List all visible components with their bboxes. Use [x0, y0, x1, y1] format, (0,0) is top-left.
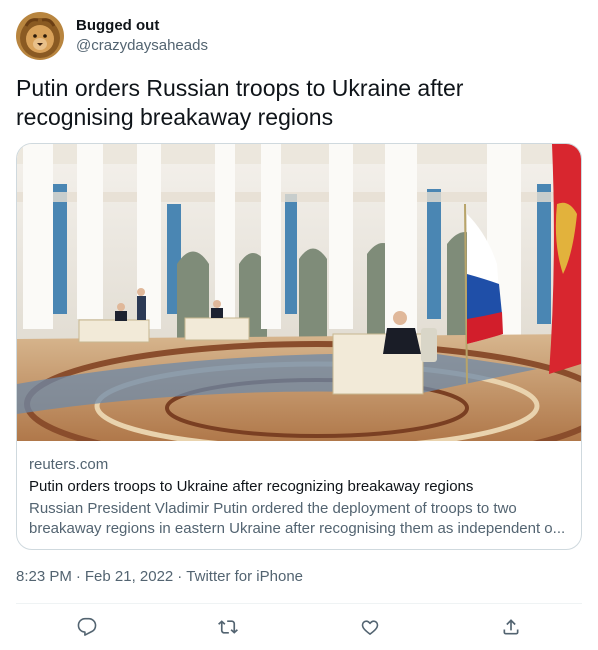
retweet-button[interactable]	[210, 609, 246, 645]
reply-button[interactable]	[69, 609, 105, 645]
card-description-line-1: Russian President Vladimir Putin ordered…	[29, 500, 517, 517]
link-card[interactable]: reuters.com Putin orders troops to Ukrai…	[16, 143, 582, 550]
action-bar	[16, 609, 582, 645]
kremlin-hall-image	[17, 144, 581, 467]
divider	[16, 603, 582, 604]
meta-separator: ·	[177, 568, 183, 585]
tweet-header: Bugged out @crazydaysaheads	[16, 11, 208, 61]
card-title: Putin orders troops to Ukraine after rec…	[29, 478, 474, 495]
tweet-meta: 8:23 PM · Feb 21, 2022 · Twitter for iPh…	[16, 567, 303, 587]
retweet-icon	[218, 620, 239, 634]
card-description-line-2: breakaway regions in eastern Ukraine aft…	[29, 520, 566, 537]
card-body: reuters.com Putin orders troops to Ukrai…	[29, 455, 569, 539]
reply-icon	[77, 617, 97, 636]
like-button[interactable]	[352, 609, 388, 645]
tweet-text: Putin orders Russian troops to Ukraine a…	[16, 75, 464, 130]
avatar[interactable]	[16, 12, 64, 60]
display-name[interactable]: Bugged out	[76, 16, 208, 36]
card-image[interactable]	[17, 144, 581, 467]
card-description: Russian President Vladimir Putin ordered…	[29, 499, 569, 539]
user-handle[interactable]: @crazydaysaheads	[76, 36, 208, 56]
meta-separator: ·	[75, 568, 81, 585]
tweet-date[interactable]: Feb 21, 2022	[85, 567, 173, 587]
lion-avatar-icon	[16, 12, 64, 60]
card-domain: reuters.com	[29, 456, 109, 473]
tweet: Bugged out @crazydaysaheads Putin orders…	[0, 0, 598, 650]
user-names: Bugged out @crazydaysaheads	[76, 16, 208, 56]
like-icon	[361, 620, 379, 635]
tweet-time[interactable]: 8:23 PM	[16, 567, 72, 587]
tweet-source[interactable]: Twitter for iPhone	[186, 567, 303, 587]
share-button[interactable]	[493, 609, 529, 645]
share-icon	[503, 619, 519, 635]
